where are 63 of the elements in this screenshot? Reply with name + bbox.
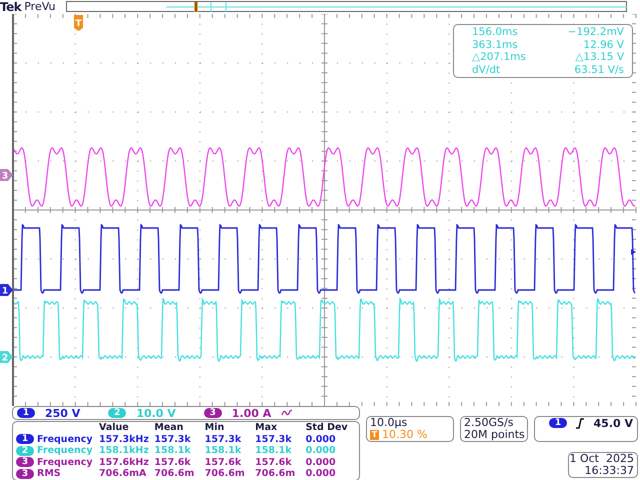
table-cell-text: 158.1k (255, 445, 293, 456)
measurement-name: RMS (37, 468, 61, 480)
trigger-position-marker: T (74, 15, 83, 31)
channel-badge: 1 (16, 434, 34, 444)
cursor-time: 156.0ms (472, 26, 518, 38)
channel-badge[interactable]: 1 (17, 408, 35, 418)
channel-scale[interactable]: 1.00 A (232, 406, 272, 420)
table-cell-text: 0.000 (306, 445, 337, 456)
cursor-time: dV/dt (472, 64, 500, 76)
measurement-name: Frequency (37, 445, 93, 456)
cursor-time: △207.1ms (472, 51, 526, 64)
measurement-name: Frequency (37, 434, 93, 445)
sample-rate: 2.50GS/s (464, 417, 514, 429)
channel-badge: 2 (16, 446, 34, 456)
channel-marker[interactable]: 1 (0, 284, 13, 296)
table-cell-text: 157.6k (154, 456, 192, 468)
cursor-value: △13.15 V (575, 51, 624, 64)
table-cell-text: 158.1kHz (99, 445, 150, 456)
table-cell-text: 706.6m (154, 468, 196, 480)
date-time-panel[interactable]: 1 Oct 2025 16:33:37 (568, 452, 638, 478)
table-cell-text: 706.6m (255, 468, 296, 480)
table-cell-text: 157.6k (204, 456, 242, 468)
table-cell-text: 0.000 (306, 434, 337, 445)
trigger-panel[interactable]: 1 45.0 V (534, 416, 638, 442)
cursor-value: −192.2mV (568, 26, 624, 38)
table-cell-text: 158.1k (204, 445, 242, 456)
table-cell-text: 157.6kHz (99, 456, 150, 468)
time-text: 16:33:37 (584, 465, 634, 477)
table-cell-text: 0.000 (306, 468, 337, 480)
table-cell-text: 706.6m (204, 468, 246, 480)
mode-label: PreVu (24, 0, 56, 14)
channel-scale[interactable]: 250 V (45, 406, 80, 420)
date-text: 1 Oct 2025 (569, 453, 634, 465)
trigger-level: 45.0 V (594, 418, 633, 430)
cursor-value: 12.96 V (583, 38, 624, 51)
column-header: Mean (154, 422, 184, 434)
record-length: 20M points (464, 429, 524, 441)
trigger-position-badge: T (370, 430, 379, 440)
level-marker-icon (631, 249, 636, 255)
measurement-name: Frequency (37, 456, 93, 468)
table-cell-text: 157.3k (204, 434, 242, 445)
channel-badge[interactable]: 3 (204, 408, 222, 418)
timebase-panel[interactable]: 10.0µs T 10.30 % (366, 416, 454, 442)
column-header: Std Dev (306, 422, 349, 434)
trigger-source-badge: 1 (549, 418, 567, 428)
table-cell-text: 0.000 (306, 456, 337, 468)
table-cell-text: 157.3k (154, 434, 192, 445)
horizontal-position: 10.30 % (382, 429, 428, 441)
table-cell-text: 158.1k (154, 445, 192, 456)
table-cell-text: 706.6mA (99, 468, 148, 480)
channel-badge: 3 (16, 457, 34, 468)
brand-label: Tek (0, 0, 22, 14)
cursor-time: 363.1ms (472, 38, 518, 51)
column-header: Value (99, 422, 130, 434)
cursor-value: 63.51 V/s (574, 64, 624, 76)
table-cell-text: 157.6k (255, 456, 293, 468)
column-header: Min (204, 422, 226, 434)
column-header: Max (255, 422, 278, 434)
acquisition-panel[interactable]: 2.50GS/s 20M points (460, 416, 528, 442)
horizontal-scale: 10.0µs (370, 417, 408, 429)
channel-badge: 3 (16, 468, 34, 479)
table-cell-text: 157.3k (255, 434, 293, 445)
table-cell-text: 157.3kHz (99, 434, 150, 445)
